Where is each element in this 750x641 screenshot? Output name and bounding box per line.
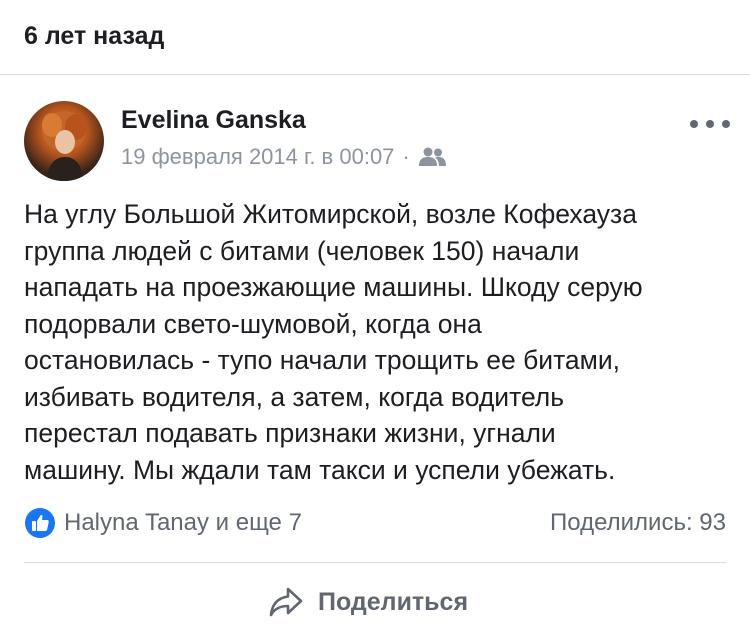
shares-count[interactable]: Поделились: 93 [550,505,726,541]
like-icon [24,507,56,539]
actions-divider [24,562,726,563]
section-divider [0,74,750,75]
share-label: Поделиться [318,587,469,616]
avatar[interactable] [24,101,104,181]
reactions-text: Halyna Tanay и еще 7 [64,509,302,536]
share-button[interactable]: Поделиться [268,582,468,622]
meta-separator: · [402,144,410,169]
post-meta: 19 февраля 2014 г. в 00:07 · [121,144,448,170]
friends-icon[interactable] [418,146,448,168]
more-dot [722,120,730,128]
more-dot [690,120,698,128]
post-text: На углу Большой Житомирской, возле Кофех… [24,199,643,485]
post-timestamp[interactable]: 19 февраля 2014 г. в 00:07 [121,144,394,170]
more-dot [706,120,714,128]
memory-header: 6 лет назад [24,22,165,50]
share-arrow-icon [268,586,304,618]
avatar-photo [42,111,87,181]
author-name[interactable]: Evelina Ganska [121,106,306,135]
more-options-icon[interactable] [690,112,730,136]
reactions-summary[interactable]: Halyna Tanay и еще 7 [24,505,302,541]
